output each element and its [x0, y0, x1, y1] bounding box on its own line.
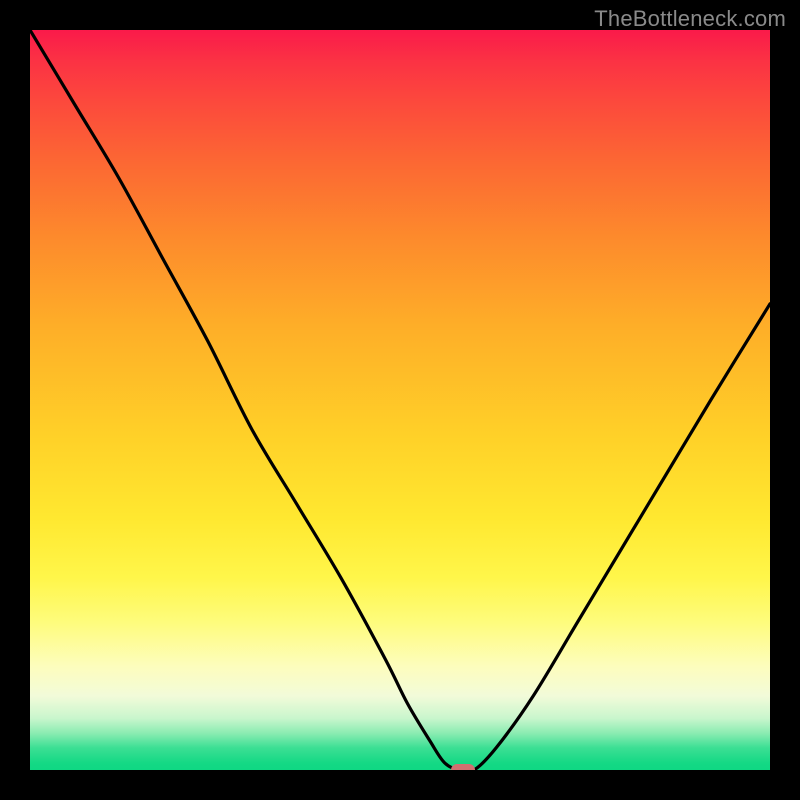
- bottleneck-curve: [30, 30, 770, 770]
- chart-stage: TheBottleneck.com: [0, 0, 800, 800]
- curve-path: [30, 30, 770, 770]
- watermark-text: TheBottleneck.com: [594, 6, 786, 32]
- minimum-marker: [451, 764, 475, 770]
- plot-area: [30, 30, 770, 770]
